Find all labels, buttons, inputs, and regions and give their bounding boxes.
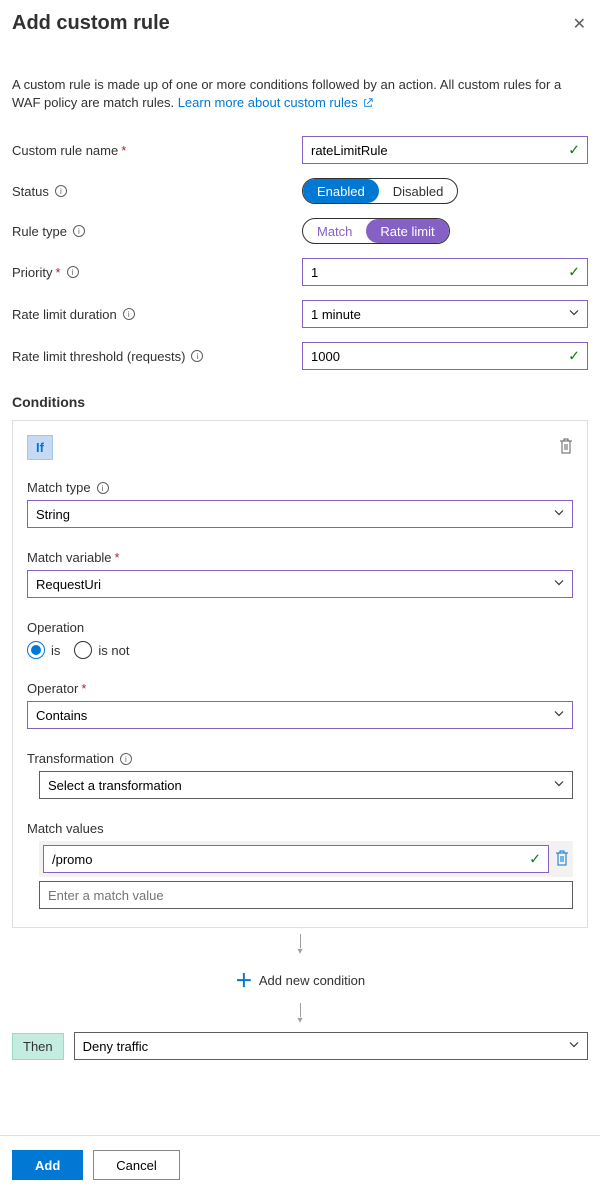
trash-icon (555, 850, 569, 866)
status-label: Status (12, 184, 49, 199)
operation-is-radio[interactable]: is (27, 641, 60, 659)
transform-select[interactable]: Select a transformation (39, 771, 573, 799)
required-asterisk: * (55, 265, 60, 280)
connector: ▾ (12, 1003, 588, 1026)
required-asterisk: * (121, 143, 126, 158)
info-icon[interactable]: i (67, 266, 79, 278)
transform-label: Transformation (27, 751, 114, 766)
radio-unchecked-icon (74, 641, 92, 659)
ruletype-match[interactable]: Match (303, 219, 366, 243)
info-icon[interactable]: i (123, 308, 135, 320)
match-value-input-new[interactable] (39, 881, 573, 909)
then-action-select[interactable]: Deny traffic (74, 1032, 588, 1060)
connector: ▾ (12, 934, 588, 957)
operation-isnot-radio[interactable]: is not (74, 641, 129, 659)
info-icon[interactable]: i (97, 482, 109, 494)
if-badge: If (27, 435, 53, 460)
name-label: Custom rule name (12, 143, 118, 158)
add-condition-label: Add new condition (259, 973, 365, 988)
page-title: Add custom rule (12, 12, 170, 35)
status-enabled[interactable]: Enabled (303, 179, 379, 203)
cancel-button[interactable]: Cancel (93, 1150, 179, 1180)
info-icon[interactable]: i (191, 350, 203, 362)
footer: Add Cancel (0, 1135, 600, 1194)
description-text: A custom rule is made up of one or more … (12, 76, 588, 112)
conditions-heading: Conditions (12, 394, 588, 410)
required-asterisk: * (115, 550, 120, 565)
matchtype-label: Match type (27, 480, 91, 495)
delete-match-value-button[interactable] (555, 850, 569, 869)
delete-condition-button[interactable] (559, 438, 573, 457)
priority-input[interactable] (302, 258, 588, 286)
add-button[interactable]: Add (12, 1150, 83, 1180)
status-disabled[interactable]: Disabled (379, 179, 458, 203)
learn-more-text: Learn more about custom rules (178, 95, 358, 110)
duration-label: Rate limit duration (12, 307, 117, 322)
learn-more-link[interactable]: Learn more about custom rules (178, 95, 374, 110)
operation-label: Operation (27, 620, 84, 635)
operation-isnot-label: is not (98, 643, 129, 658)
add-condition-button[interactable]: ＋ Add new condition (12, 963, 588, 997)
plus-icon: ＋ (235, 967, 253, 993)
matchvar-select[interactable]: RequestUri (27, 570, 573, 598)
info-icon[interactable]: i (73, 225, 85, 237)
priority-label: Priority (12, 265, 52, 280)
custom-rule-name-input[interactable] (302, 136, 588, 164)
info-icon[interactable]: i (55, 185, 67, 197)
required-asterisk: * (81, 681, 86, 696)
matchvalues-label: Match values (27, 821, 104, 836)
operation-is-label: is (51, 643, 60, 658)
condition-block: If Match typei String Match variable* Re… (12, 420, 588, 928)
operator-label: Operator (27, 681, 78, 696)
external-link-icon (363, 98, 373, 108)
matchtype-select[interactable]: String (27, 500, 573, 528)
duration-select[interactable]: 1 minute (302, 300, 588, 328)
close-icon[interactable]: ✕ (571, 12, 588, 36)
then-badge: Then (12, 1033, 64, 1060)
ruletype-label: Rule type (12, 224, 67, 239)
threshold-input[interactable] (302, 342, 588, 370)
operator-select[interactable]: Contains (27, 701, 573, 729)
matchvar-label: Match variable (27, 550, 112, 565)
threshold-label: Rate limit threshold (requests) (12, 349, 185, 364)
ruletype-ratelimit[interactable]: Rate limit (366, 219, 448, 243)
trash-icon (559, 438, 573, 454)
radio-checked-icon (27, 641, 45, 659)
info-icon[interactable]: i (120, 753, 132, 765)
ruletype-toggle[interactable]: Match Rate limit (302, 218, 450, 244)
match-value-input-0[interactable] (43, 845, 549, 873)
status-toggle[interactable]: Enabled Disabled (302, 178, 458, 204)
